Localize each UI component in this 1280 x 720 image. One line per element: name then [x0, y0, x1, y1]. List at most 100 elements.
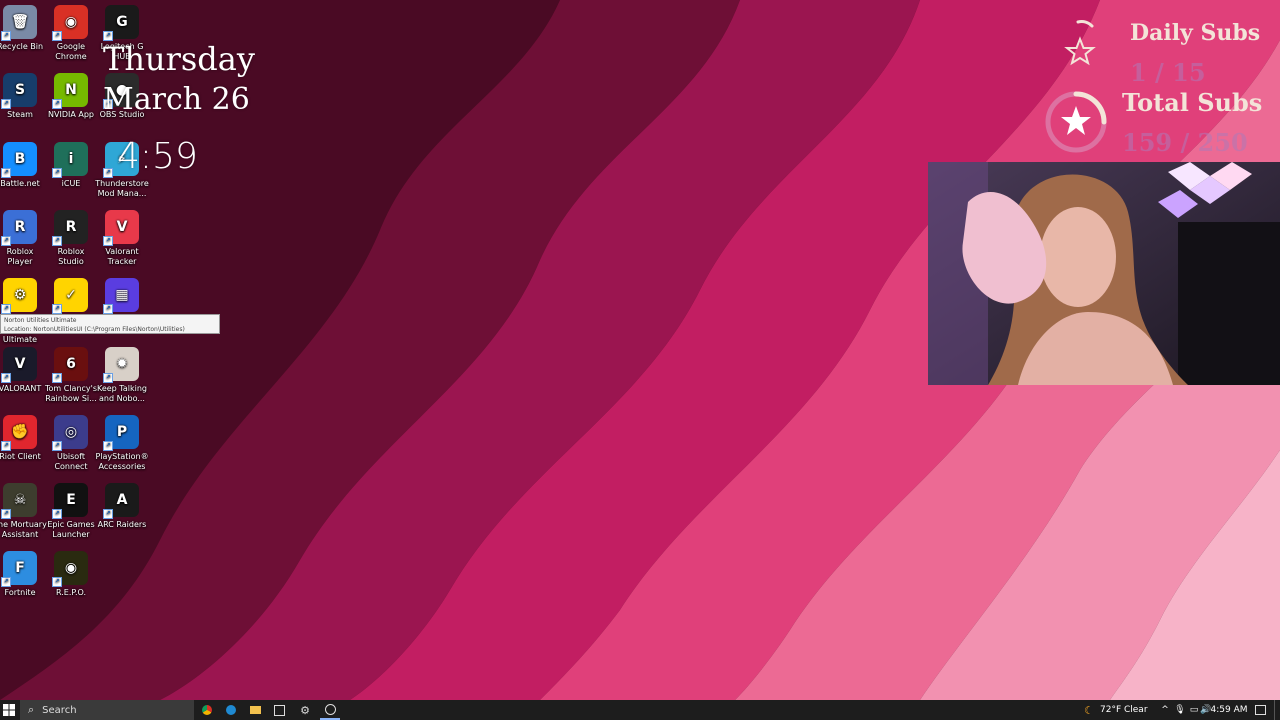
shortcut-arrow-icon: ↗: [52, 509, 62, 520]
app-icon: N ↗: [52, 73, 88, 110]
desktop-icon-label: Tom Clancy's Rainbow Si...: [44, 383, 98, 403]
app-icon: S ↗: [1, 73, 37, 110]
app-icon: E ↗: [52, 483, 88, 520]
search-icon: ⌕: [28, 703, 35, 716]
shortcut-arrow-icon: ↗: [1, 304, 11, 315]
desktop-icon[interactable]: V ↗ VALORANT: [0, 344, 47, 394]
show-desktop-button[interactable]: [1274, 700, 1280, 720]
search-placeholder: Search: [42, 704, 77, 716]
desktop-icon[interactable]: R ↗ Roblox Player: [0, 207, 47, 267]
daily-subs-ring-icon: [1064, 20, 1096, 66]
desktop-icon[interactable]: 🗑 ↗ Recycle Bin: [0, 2, 47, 52]
desktop-icon-label: VALORANT: [0, 383, 42, 393]
desktop-icon-label: Thunderstore Mod Mana...: [95, 178, 149, 198]
shortcut-arrow-icon: ↗: [103, 372, 113, 383]
shortcut-arrow-icon: ↗: [103, 440, 113, 451]
icon-tooltip: Norton Utilities Ultimate Location: Nort…: [0, 314, 220, 334]
shortcut-arrow-icon: ↗: [52, 235, 62, 246]
app-icon: ◉ ↗: [52, 5, 88, 41]
desktop-icon-label: PlayStation® Accessories: [95, 451, 149, 471]
app-icon: ✓ ↗: [52, 278, 88, 315]
app-icon: F ↗: [1, 551, 37, 588]
shortcut-arrow-icon: ↗: [52, 304, 62, 315]
chrome-icon[interactable]: [198, 700, 216, 720]
daily-subs-value: 1 / 15: [1130, 58, 1206, 87]
desktop-icon-label: NVIDIA App: [48, 110, 94, 120]
desktop-icon[interactable]: 6 ↗ Tom Clancy's Rainbow Si...: [44, 344, 98, 404]
app-icon: i ↗: [52, 141, 88, 178]
shortcut-arrow-icon: ↗: [52, 167, 62, 178]
start-button[interactable]: [0, 700, 18, 720]
settings-icon[interactable]: ⚙: [296, 700, 314, 720]
app-icon: ☠ ↗: [1, 483, 37, 520]
desktop-icon[interactable]: ✹ ↗ Keep Talking and Nobo...: [95, 344, 149, 404]
shortcut-arrow-icon: ↗: [103, 167, 113, 178]
desktop-icon[interactable]: E ↗ Epic Games Launcher: [44, 480, 98, 540]
shortcut-arrow-icon: ↗: [52, 577, 62, 588]
shortcut-arrow-icon: ↗: [52, 372, 62, 383]
taskbar-search-box[interactable]: ⌕ Search: [20, 700, 194, 720]
desktop-icon[interactable]: ☠↗The Mortuary Assistant: [0, 480, 47, 540]
weather-text: 72°F Clear: [1100, 705, 1148, 715]
desktop-icon-label: Ubisoft Connect: [54, 451, 88, 471]
desktop-icon-label: iCUE: [61, 178, 81, 188]
taskbar-clock[interactable]: 4:59 AM: [1208, 700, 1250, 720]
app-icon: ✊ ↗: [1, 414, 37, 451]
microphone-icon[interactable]: 🎙: [1174, 700, 1186, 720]
shortcut-arrow-icon: ↗: [52, 440, 62, 451]
edge-icon[interactable]: [222, 700, 240, 720]
total-subs-ring-icon: [1045, 91, 1107, 153]
desktop-icon-label: Valorant Tracker: [105, 246, 139, 266]
total-subs-label: Total Subs: [1122, 88, 1263, 117]
desktop-icon[interactable]: ◎ ↗ Ubisoft Connect: [44, 412, 98, 472]
app-icon: ✹ ↗: [103, 346, 139, 383]
shortcut-arrow-icon: ↗: [1, 167, 11, 178]
app-icon: V ↗: [103, 209, 139, 246]
desktop-icon[interactable]: V ↗ Valorant Tracker: [95, 207, 149, 267]
notification-icon[interactable]: [1252, 700, 1268, 720]
desktop-icon[interactable]: B ↗ Battle.net: [0, 139, 47, 189]
desktop-icon-label: Google Chrome: [55, 42, 87, 61]
desktop-icon[interactable]: A ↗ ARC Raiders: [95, 480, 149, 530]
app-icon: ⚙ ↗: [1, 278, 37, 315]
desktop-icon-label: Fortnite: [4, 588, 36, 598]
shortcut-arrow-icon: ↗: [52, 31, 62, 41]
file-explorer-icon[interactable]: [246, 700, 264, 720]
app-icon: P ↗: [103, 414, 139, 451]
app-icon: R ↗: [1, 209, 37, 246]
app-icon: ▦ ↗: [103, 278, 139, 315]
shortcut-arrow-icon: ↗: [103, 509, 113, 520]
desktop-icon-label: Epic Games Launcher: [47, 520, 95, 540]
daily-subs-label: Daily Subs: [1130, 20, 1261, 46]
desktop-icon[interactable]: i ↗ iCUE: [44, 139, 98, 189]
desktop-icon-label: Steam: [7, 110, 33, 120]
desktop-icon[interactable]: R ↗ Roblox Studio: [44, 207, 98, 267]
desktop-icon[interactable]: S ↗ Steam: [0, 70, 47, 120]
desktop-icon[interactable]: N ↗ NVIDIA App: [44, 70, 98, 120]
desktop-icon[interactable]: F ↗ Fortnite: [0, 548, 47, 598]
desktop-icon[interactable]: P ↗ PlayStation® Accessories: [95, 412, 149, 472]
shortcut-arrow-icon: ↗: [1, 440, 11, 451]
network-icon[interactable]: ▭: [1188, 700, 1200, 720]
store-icon[interactable]: [270, 700, 288, 720]
desktop-icon[interactable]: ⚙↗Norton Utilities Ultimate: [0, 275, 47, 345]
tray-chevron-up-icon[interactable]: ^: [1158, 700, 1172, 720]
app-icon: ◎ ↗: [52, 414, 88, 451]
shortcut-arrow-icon: ↗: [1, 99, 11, 110]
shortcut-arrow-icon: ↗: [103, 235, 113, 246]
obs-icon[interactable]: [320, 700, 340, 720]
app-icon: G ↗: [103, 5, 139, 41]
desktop-icon[interactable]: ◉ ↗ R.E.P.O.: [44, 548, 98, 598]
weather-moon-icon[interactable]: ☾: [1080, 700, 1098, 720]
shortcut-arrow-icon: ↗: [52, 99, 62, 110]
app-icon: 6 ↗: [52, 346, 88, 383]
desktop-icon-label: ARC Raiders: [97, 520, 147, 530]
app-icon: V ↗: [1, 346, 37, 383]
desktop-icon-label: Riot Client: [0, 451, 41, 461]
desktop-icon[interactable]: ◉ ↗ Google Chrome: [44, 2, 98, 62]
clock-date: March 26: [103, 82, 250, 117]
app-icon: R ↗: [52, 209, 88, 246]
desktop-icon[interactable]: ✊ ↗ Riot Client: [0, 412, 47, 462]
weather-widget[interactable]: 72°F Clear: [1100, 700, 1152, 720]
desktop-icon-label: R.E.P.O.: [55, 588, 87, 598]
